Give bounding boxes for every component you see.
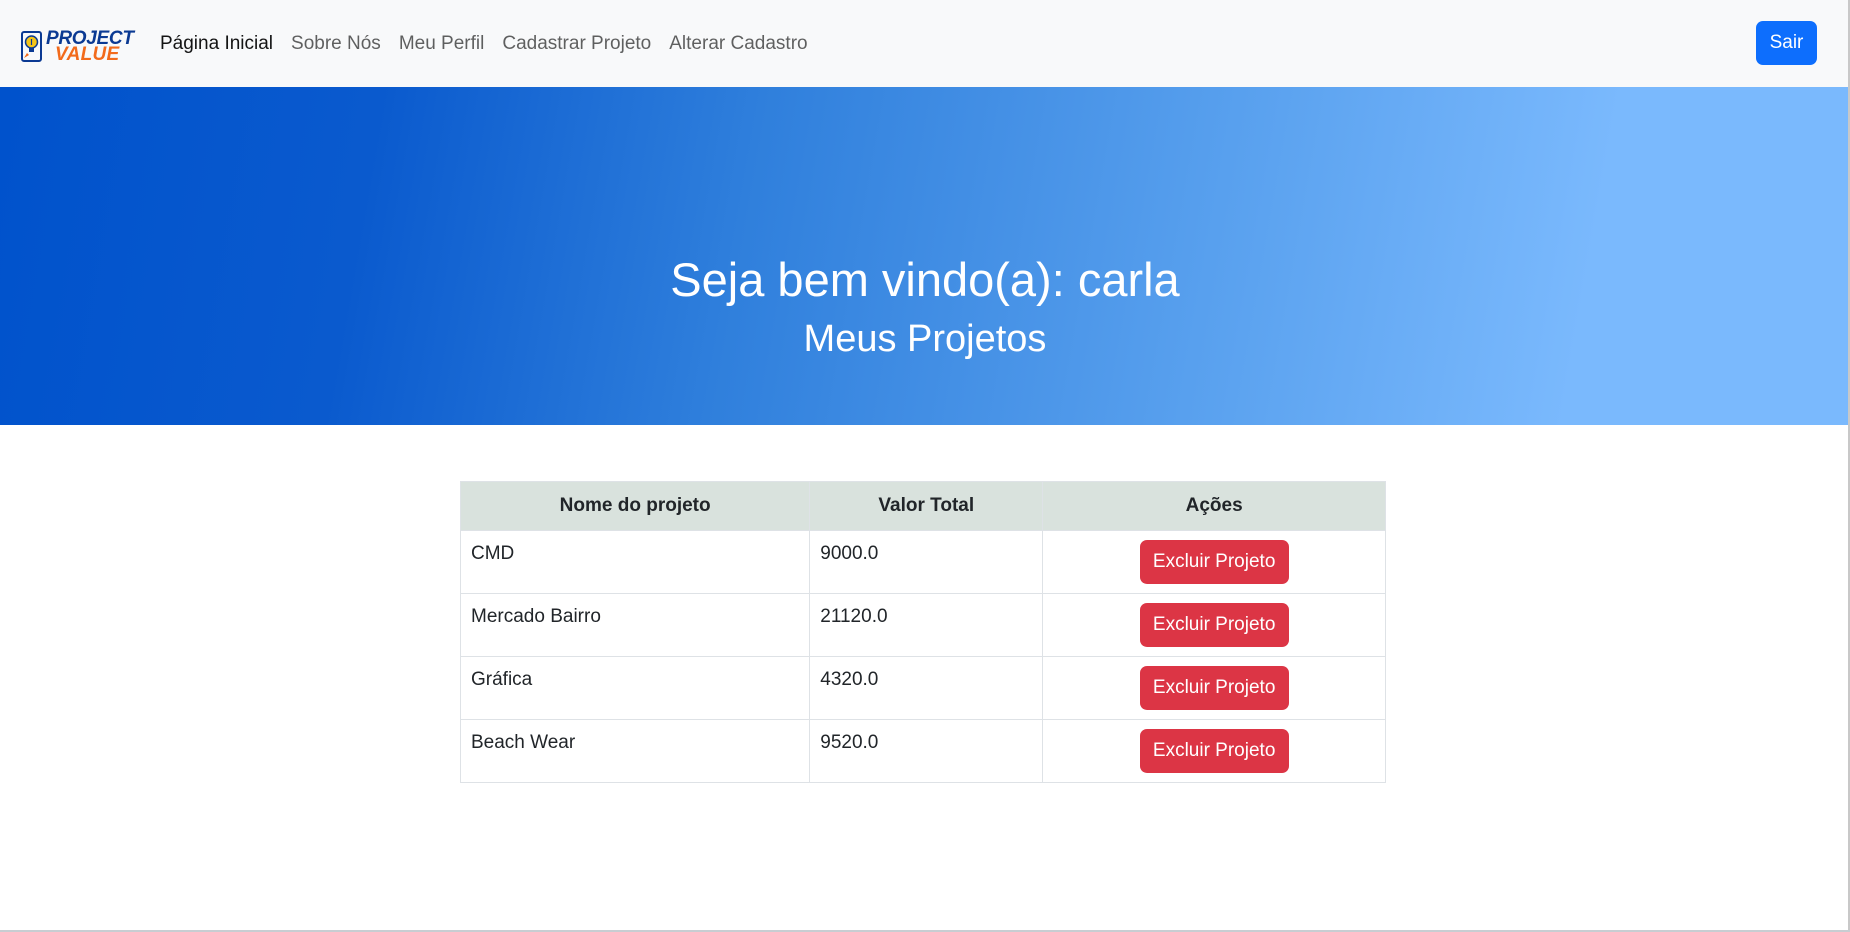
project-actions-cell: Excluir Projeto (1042, 593, 1386, 657)
nav-link-alterar-cadastro[interactable]: Alterar Cadastro (669, 33, 807, 55)
brand-text: PROJECT VALUE (46, 29, 134, 65)
column-header-value: Valor Total (809, 481, 1044, 531)
delete-project-button[interactable]: Excluir Projeto (1139, 666, 1289, 710)
project-name-cell: CMD (459, 530, 811, 594)
project-value-cell: 9000.0 (809, 530, 1044, 594)
projects-table-container: Nome do projeto Valor Total Ações CMD 90… (459, 481, 1386, 783)
welcome-title: Seja bem vindo(a): carla (670, 253, 1180, 306)
logout-button[interactable]: Sair (1756, 21, 1817, 65)
project-name-cell: Gráfica (459, 656, 811, 720)
nav-link-pagina-inicial[interactable]: Página Inicial (160, 33, 273, 55)
project-name-cell: Beach Wear (459, 719, 811, 783)
nav-link-sobre-nos[interactable]: Sobre Nós (291, 33, 381, 55)
hero-banner: Seja bem vindo(a): carla Meus Projetos (0, 87, 1850, 425)
brand-name-line2: VALUE (55, 44, 120, 65)
column-header-name: Nome do projeto (459, 481, 811, 531)
table-header-row: Nome do projeto Valor Total Ações (459, 481, 1386, 531)
nav-link-meu-perfil[interactable]: Meu Perfil (399, 33, 485, 55)
lightbulb-pencil-icon (21, 31, 42, 62)
project-value-cell: 21120.0 (809, 593, 1044, 657)
project-actions-cell: Excluir Projeto (1042, 719, 1386, 783)
project-actions-cell: Excluir Projeto (1042, 656, 1386, 720)
nav-links: Página Inicial Sobre Nós Meu Perfil Cada… (160, 0, 826, 87)
project-value-cell: 4320.0 (809, 656, 1044, 720)
table-row: CMD 9000.0 Excluir Projeto (459, 530, 1386, 594)
project-actions-cell: Excluir Projeto (1042, 530, 1386, 594)
nav-link-cadastrar-projeto[interactable]: Cadastrar Projeto (502, 33, 651, 55)
delete-project-button[interactable]: Excluir Projeto (1139, 603, 1289, 647)
table-row: Mercado Bairro 21120.0 Excluir Projeto (459, 593, 1386, 657)
brand-logo[interactable]: PROJECT VALUE (21, 29, 134, 65)
project-value-cell: 9520.0 (809, 719, 1044, 783)
column-header-actions: Ações (1042, 481, 1386, 531)
project-name-cell: Mercado Bairro (459, 593, 811, 657)
section-title: Meus Projetos (803, 318, 1047, 360)
page: PROJECT VALUE Página Inicial Sobre Nós M… (0, 0, 1850, 932)
table-row: Gráfica 4320.0 Excluir Projeto (459, 656, 1386, 720)
projects-table: Nome do projeto Valor Total Ações CMD 90… (459, 481, 1386, 783)
delete-project-button[interactable]: Excluir Projeto (1139, 729, 1289, 773)
table-row: Beach Wear 9520.0 Excluir Projeto (459, 719, 1386, 783)
delete-project-button[interactable]: Excluir Projeto (1139, 540, 1289, 584)
navbar: PROJECT VALUE Página Inicial Sobre Nós M… (0, 0, 1850, 87)
